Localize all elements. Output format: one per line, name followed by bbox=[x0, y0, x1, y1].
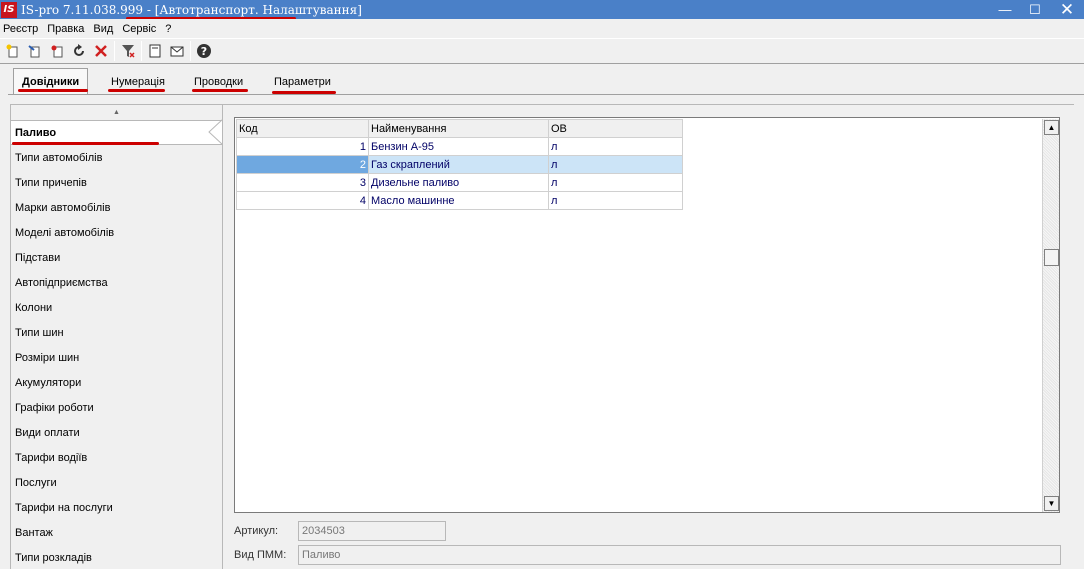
toolbar-separator bbox=[114, 41, 115, 61]
cell-name[interactable]: Масло машинне bbox=[368, 191, 549, 210]
toolbar: ? bbox=[0, 38, 1084, 64]
toolbar-separator bbox=[141, 41, 142, 61]
fuel-grid: Код Найменування ОВ 1 Бензин А-95 л 2 Га… bbox=[236, 119, 683, 210]
refresh-icon[interactable] bbox=[68, 40, 90, 62]
article-label: Артикул: bbox=[234, 525, 279, 537]
nav-item-schedule-types[interactable]: Типи розкладів bbox=[11, 545, 222, 569]
nav-item-trailer-types[interactable]: Типи причепів bbox=[11, 170, 222, 195]
cell-unit[interactable]: л bbox=[548, 191, 683, 210]
new-record-icon[interactable] bbox=[2, 40, 24, 62]
article-field[interactable] bbox=[298, 521, 446, 541]
table-row[interactable]: 1 Бензин А-95 л bbox=[236, 137, 683, 156]
nav-item-work-schedules[interactable]: Графіки роботи bbox=[11, 395, 222, 420]
table-row[interactable]: 3 Дизельне паливо л bbox=[236, 173, 683, 192]
maximize-icon[interactable]: ☐ bbox=[1020, 0, 1050, 19]
cell-code[interactable]: 1 bbox=[236, 137, 369, 156]
directory-list: ▲ Паливо Типи автомобілів Типи причепів … bbox=[10, 104, 223, 569]
minimize-icon[interactable]: — bbox=[990, 0, 1020, 19]
column-header-code[interactable]: Код bbox=[236, 119, 369, 138]
svg-text:?: ? bbox=[201, 45, 207, 58]
nav-item-vehicle-brands[interactable]: Марки автомобілів bbox=[11, 195, 222, 220]
fuel-type-field[interactable] bbox=[298, 545, 1061, 565]
nav-item-grounds[interactable]: Підстави bbox=[11, 245, 222, 270]
table-row[interactable]: 4 Масло машинне л bbox=[236, 191, 683, 210]
menu-registry[interactable]: Реєстр bbox=[0, 23, 44, 35]
help-icon[interactable]: ? bbox=[193, 40, 215, 62]
app-logo: IS bbox=[1, 1, 17, 18]
menu-help[interactable]: ? bbox=[162, 23, 177, 35]
cell-code[interactable]: 4 bbox=[236, 191, 369, 210]
scroll-up-icon[interactable]: ▲ bbox=[11, 105, 222, 119]
column-header-unit[interactable]: ОВ bbox=[548, 119, 683, 138]
scroll-up-icon[interactable]: ▲ bbox=[1044, 120, 1059, 135]
nav-item-batteries[interactable]: Акумулятори bbox=[11, 370, 222, 395]
window-title: IS-pro 7.11.038.999 - [Автотранспорт. На… bbox=[21, 2, 362, 17]
filter-icon[interactable] bbox=[117, 40, 139, 62]
cell-unit[interactable]: л bbox=[548, 137, 683, 156]
cell-name[interactable]: Бензин А-95 bbox=[368, 137, 549, 156]
nav-item-cargo[interactable]: Вантаж bbox=[11, 520, 222, 545]
menu-bar: Реєстр Правка Вид Сервіс ? bbox=[0, 19, 1084, 38]
toolbar-separator bbox=[190, 41, 191, 61]
annotation-underline bbox=[108, 89, 165, 92]
table-row-selected[interactable]: 2 Газ скраплений л bbox=[236, 155, 683, 174]
menu-service[interactable]: Сервіс bbox=[119, 23, 162, 35]
nav-item-driver-tariffs[interactable]: Тарифи водіїв bbox=[11, 445, 222, 470]
nav-item-service-tariffs[interactable]: Тарифи на послуги bbox=[11, 495, 222, 520]
nav-item-tire-types[interactable]: Типи шин bbox=[11, 320, 222, 345]
window-controls: — ☐ ✕ bbox=[990, 0, 1084, 19]
annotation-underline bbox=[18, 89, 88, 92]
cell-unit[interactable]: л bbox=[548, 155, 683, 174]
nav-item-vehicle-types[interactable]: Типи автомобілів bbox=[11, 145, 222, 170]
fuel-type-label: Вид ПММ: bbox=[234, 549, 287, 561]
cell-code[interactable]: 3 bbox=[236, 173, 369, 192]
nav-item-tire-sizes[interactable]: Розміри шин bbox=[11, 345, 222, 370]
annotation-underline bbox=[192, 89, 248, 92]
menu-edit[interactable]: Правка bbox=[44, 23, 90, 35]
copy-record-icon[interactable] bbox=[46, 40, 68, 62]
cell-unit[interactable]: л bbox=[548, 173, 683, 192]
nav-item-columns[interactable]: Колони bbox=[11, 295, 222, 320]
vertical-scrollbar[interactable]: ▲ ▼ bbox=[1042, 119, 1059, 512]
column-header-name[interactable]: Найменування bbox=[368, 119, 549, 138]
scrollbar-thumb[interactable] bbox=[1044, 249, 1059, 266]
nav-item-vehicle-models[interactable]: Моделі автомобілів bbox=[11, 220, 222, 245]
cell-name[interactable]: Дизельне паливо bbox=[368, 173, 549, 192]
annotation-underline bbox=[12, 142, 159, 145]
scroll-down-icon[interactable]: ▼ bbox=[1044, 496, 1059, 511]
document-icon[interactable] bbox=[144, 40, 166, 62]
nav-item-transport-companies[interactable]: Автопідприємства bbox=[11, 270, 222, 295]
edit-record-icon[interactable] bbox=[24, 40, 46, 62]
menu-view[interactable]: Вид bbox=[90, 23, 119, 35]
close-icon[interactable]: ✕ bbox=[1050, 0, 1084, 19]
mail-icon[interactable] bbox=[166, 40, 188, 62]
cell-code[interactable]: 2 bbox=[236, 155, 369, 174]
delete-icon[interactable] bbox=[90, 40, 112, 62]
cell-name[interactable]: Газ скраплений bbox=[368, 155, 549, 174]
nav-item-services[interactable]: Послуги bbox=[11, 470, 222, 495]
nav-item-payment-types[interactable]: Види оплати bbox=[11, 420, 222, 445]
